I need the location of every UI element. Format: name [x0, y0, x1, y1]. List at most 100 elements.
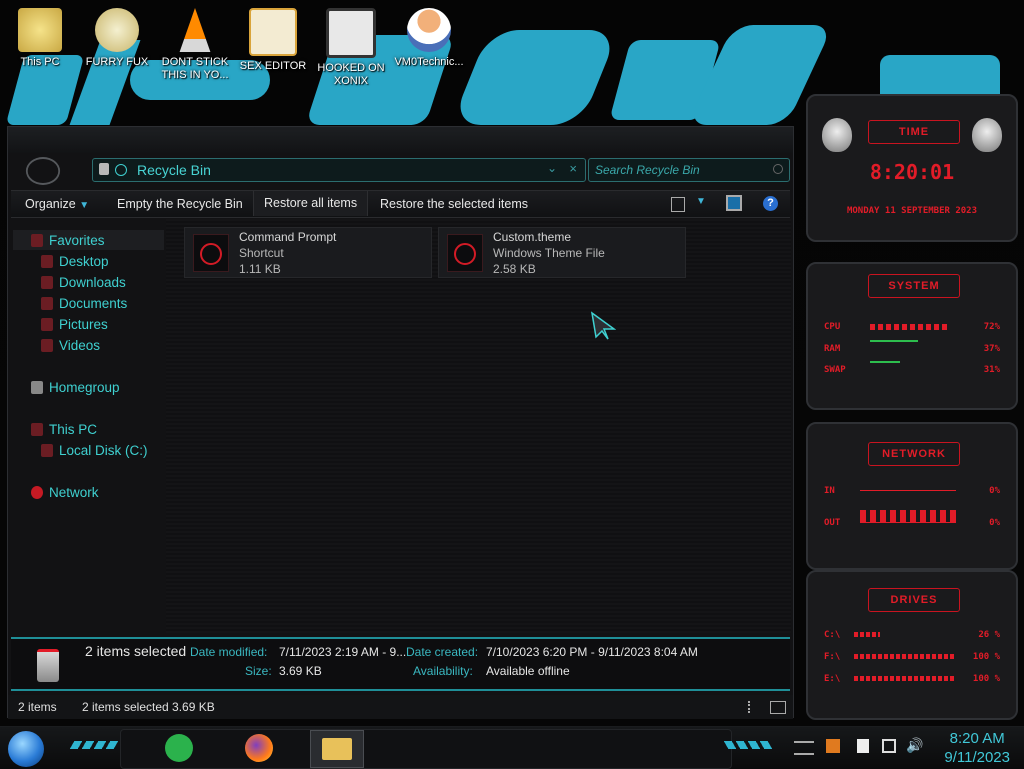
navigation-pane: Favorites Desktop Downloads Documents Pi…: [11, 223, 166, 633]
large-icons-view-icon[interactable]: [770, 701, 786, 714]
nav-network[interactable]: Network: [31, 485, 99, 500]
restore-all-button[interactable]: Restore all items: [253, 191, 369, 216]
hxd-icon: [249, 8, 297, 56]
nav-desktop[interactable]: Desktop: [41, 254, 109, 269]
taskbar-clock[interactable]: 8:20 AM 9/11/2023: [944, 729, 1010, 767]
nav-homegroup[interactable]: Homegroup: [31, 380, 120, 395]
nav-favorites[interactable]: Favorites: [31, 233, 105, 248]
nav-videos[interactable]: Videos: [41, 338, 100, 353]
file-item-custom-theme[interactable]: Custom.theme Windows Theme File 2.58 KB: [438, 227, 686, 278]
search-input[interactable]: Search Recycle Bin: [588, 158, 790, 182]
availability-value: Available offline: [486, 664, 570, 678]
time-title: TIME: [868, 120, 960, 144]
view-dropdown-icon[interactable]: ▼: [696, 196, 706, 207]
status-item-count: 2 items: [18, 700, 57, 714]
action-center-flag-icon[interactable]: [857, 739, 869, 753]
folder-icon: [322, 738, 352, 760]
furry-fux-icon: [95, 8, 139, 52]
view-options-icon[interactable]: [671, 197, 685, 212]
preview-pane-icon[interactable]: [726, 195, 742, 211]
star-icon: [31, 234, 43, 247]
ram-bar: [870, 340, 918, 342]
net-out-label: OUT: [824, 518, 841, 528]
theme-file-icon: [447, 234, 483, 272]
organize-button[interactable]: Organize ▼: [25, 197, 89, 211]
file-list[interactable]: Command Prompt Shortcut 1.11 KB Custom.t…: [166, 219, 791, 633]
nav-pictures[interactable]: Pictures: [41, 317, 108, 332]
time-gadget[interactable]: TIME 8:20:01 MONDAY 11 SEPTEMBER 2023: [806, 94, 1018, 242]
restore-selected-button[interactable]: Restore the selected items: [380, 197, 528, 211]
drive-f-value: 100 %: [972, 652, 1000, 662]
taskbar-date: 9/11/2023: [944, 749, 1010, 766]
drive-e-label: E:\: [824, 674, 841, 684]
network-tray-icon[interactable]: [882, 739, 896, 753]
net-in-label: IN: [824, 486, 835, 496]
nav-local-disk[interactable]: Local Disk (C:): [41, 443, 148, 458]
net-in-graph: [860, 490, 956, 491]
search-placeholder: Search Recycle Bin: [595, 163, 700, 177]
homegroup-icon: [31, 381, 43, 394]
drive-c-label: C:\: [824, 630, 841, 640]
refresh-close-icon[interactable]: ×: [569, 161, 577, 176]
java-update-icon[interactable]: [826, 739, 840, 753]
swap-value: 31%: [983, 365, 1000, 375]
dropdown-chevron-icon[interactable]: ⌄: [547, 161, 557, 175]
network-title: NETWORK: [868, 442, 960, 466]
nav-this-pc[interactable]: This PC: [31, 422, 97, 437]
alien-head-right-icon: [972, 118, 1002, 152]
videos-icon: [41, 339, 53, 352]
documents-icon: [41, 297, 53, 310]
taskbar: 🔊 8:20 AM 9/11/2023: [0, 726, 1024, 769]
desktop-icon-hooked-on-xonix[interactable]: HOOKED ON XONIX: [312, 8, 390, 88]
explorer-window[interactable]: Recycle Bin ⌄ × Search Recycle Bin Organ…: [7, 126, 794, 719]
desktop-icon-dont-stick[interactable]: DONT STICK THIS IN YO...: [156, 8, 234, 82]
size-label: Size:: [245, 664, 272, 678]
nav-downloads[interactable]: Downloads: [41, 275, 126, 290]
date-created-value: 7/10/2023 6:20 PM - 9/11/2023 8:04 AM: [486, 645, 698, 659]
taskbar-time: 8:20 AM: [949, 730, 1005, 747]
xonix-icon: [326, 8, 376, 58]
ram-label: RAM: [824, 344, 841, 354]
size-value: 3.69 KB: [279, 664, 322, 678]
status-selection: 2 items selected 3.69 KB: [82, 700, 215, 714]
back-forward-button[interactable]: [25, 157, 61, 185]
selection-summary: 2 items selected: [85, 643, 187, 659]
taskbar-file-explorer[interactable]: [310, 730, 364, 768]
network-gadget[interactable]: NETWORK IN 0% OUT 0%: [806, 422, 1018, 570]
taskbar-feedly[interactable]: [160, 730, 198, 766]
swap-bar: [870, 361, 900, 363]
file-item-command-prompt[interactable]: Command Prompt Shortcut 1.11 KB: [184, 227, 432, 278]
desktop-icon-furry-fux[interactable]: FURRY FUX: [78, 8, 156, 69]
ram-value: 37%: [983, 344, 1000, 354]
address-text: Recycle Bin: [137, 162, 211, 178]
availability-label: Availability:: [413, 664, 473, 678]
taskbar-firefox[interactable]: [240, 730, 278, 766]
show-hidden-icons-icon[interactable]: [794, 741, 814, 755]
cpu-bar: [870, 324, 948, 330]
desktop-icon-vm0technic[interactable]: VM0Technic...: [390, 8, 468, 69]
nav-documents[interactable]: Documents: [41, 296, 127, 311]
taskbar-left-accent: [69, 741, 119, 749]
alien-head-left-icon: [822, 118, 852, 152]
details-pane: 2 items selected Date modified: 7/11/202…: [11, 637, 790, 691]
empty-recycle-bin-button[interactable]: Empty the Recycle Bin: [117, 197, 243, 211]
date-modified-label: Date modified:: [190, 645, 268, 659]
start-button[interactable]: [8, 731, 44, 767]
help-icon[interactable]: ?: [763, 196, 778, 211]
search-icon: [773, 164, 783, 174]
drive-f-label: F:\: [824, 652, 841, 662]
firefox-icon: [245, 734, 273, 762]
desktop-icon-this-pc[interactable]: This PC: [1, 8, 79, 69]
drives-gadget[interactable]: DRIVES C:\ 26 % F:\ 100 % E:\ 100 %: [806, 570, 1018, 720]
volume-icon[interactable]: 🔊: [906, 737, 923, 754]
time-date: MONDAY 11 SEPTEMBER 2023: [846, 206, 978, 216]
taskbar-right-accent: [723, 741, 773, 749]
system-gadget[interactable]: SYSTEM CPU 72% RAM 37% SWAP 31%: [806, 262, 1018, 410]
details-view-icon[interactable]: [748, 701, 760, 713]
address-bar[interactable]: Recycle Bin ⌄ ×: [92, 158, 586, 182]
desktop-icon-sex-editor[interactable]: SEX EDITOR: [234, 8, 312, 73]
net-in-value: 0%: [989, 486, 1000, 496]
cpu-value: 72%: [983, 322, 1000, 332]
recycle-bin-small-icon: [99, 163, 109, 175]
breadcrumb-arrow-icon: [115, 164, 127, 176]
